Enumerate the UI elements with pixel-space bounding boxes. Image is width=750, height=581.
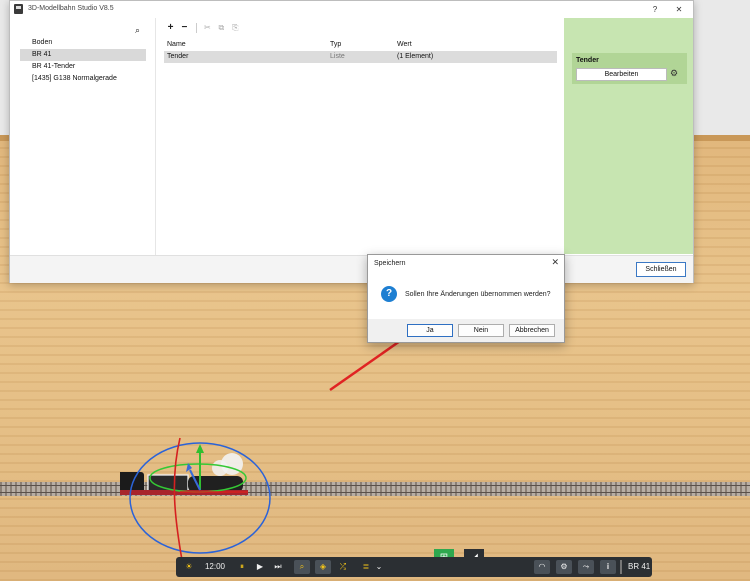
route-icon[interactable]: ⤳ [578, 560, 594, 574]
property-toolbar: + − ✂ ⧉ ⎘ [165, 22, 242, 34]
question-icon: ? [381, 286, 397, 302]
row-value: (1 Element) [397, 53, 434, 60]
properties-window: 3D-Modellbahn Studio V8.5 ? ✕ ⌕ Boden BR… [9, 0, 694, 283]
search-icon[interactable]: ⌕ [135, 25, 140, 36]
toolbar-divider [195, 23, 197, 34]
yes-button[interactable]: Ja [407, 324, 453, 337]
chevron-down-icon[interactable]: ⌄ [374, 560, 384, 574]
selected-object-label: BR 41 [628, 562, 651, 571]
add-icon[interactable]: + [165, 22, 176, 33]
layers-icon[interactable]: ◈ [315, 560, 331, 574]
property-grid: Name Typ Wert Tender Liste (1 Element) [164, 39, 557, 63]
edit-button[interactable]: Bearbeiten [576, 68, 667, 81]
grid-header: Name Typ Wert [164, 39, 557, 51]
pause-icon[interactable]: ⏸ [236, 560, 248, 574]
no-button[interactable]: Nein [458, 324, 504, 337]
tender-group: Tender Bearbeiten ⚙ [572, 53, 687, 84]
object-tree-panel: ⌕ Boden BR 41 BR 41-Tender [1435] G138 N… [10, 18, 156, 255]
detail-panel: Tender Bearbeiten ⚙ [564, 18, 693, 254]
sun-icon[interactable]: ☀ [182, 560, 196, 574]
locomotive-gizmo[interactable] [120, 420, 280, 560]
copy-icon[interactable]: ⧉ [216, 22, 227, 33]
dialog-button-bar: Ja Nein Abbrechen [368, 319, 564, 342]
app-icon [14, 4, 23, 14]
remove-icon[interactable]: − [179, 22, 190, 33]
tree-item-normalgerade[interactable]: [1435] G138 Normalgerade [20, 73, 146, 85]
column-header-value[interactable]: Wert [397, 39, 412, 51]
info-icon[interactable]: i [600, 560, 616, 574]
row-name: Tender [167, 53, 189, 60]
window-footer: Schließen [10, 255, 693, 283]
cut-icon[interactable]: ✂ [202, 22, 213, 33]
window-titlebar[interactable]: 3D-Modellbahn Studio V8.5 ? ✕ [10, 1, 693, 18]
shuffle-icon[interactable]: ⤮ [336, 560, 350, 574]
save-dialog: Speichern ✕ ? Sollen Ihre Änderungen übe… [367, 254, 565, 343]
dialog-message: Sollen Ihre Änderungen übernommen werden… [405, 291, 551, 298]
gear-icon[interactable]: ⚙ [670, 68, 678, 79]
column-header-name[interactable]: Name [167, 39, 186, 51]
tree-item-boden[interactable]: Boden [20, 37, 146, 49]
list-icon[interactable]: ≣ [360, 560, 372, 574]
play-icon[interactable]: ▶ [254, 560, 266, 574]
bottom-toolbar: ☀ 12:00 ⏸ ▶ ⏭ ⌕ ◈ ⤮ ≣ ⌄ ◠ ⚙ ⤳ i BR 41 [176, 557, 652, 577]
tree-item-br41[interactable]: BR 41 [20, 49, 146, 61]
column-header-type[interactable]: Typ [330, 39, 341, 51]
row-type: Liste [330, 53, 345, 60]
help-button[interactable]: ? [646, 3, 664, 16]
cancel-button[interactable]: Abbrechen [509, 324, 555, 337]
step-icon[interactable]: ⏭ [272, 560, 284, 574]
track-straight[interactable] [0, 482, 750, 496]
table-row[interactable]: Tender Liste (1 Element) [164, 51, 557, 63]
paste-icon[interactable]: ⎘ [230, 22, 241, 33]
object-tree: Boden BR 41 BR 41-Tender [1435] G138 Nor… [20, 37, 146, 85]
clock-time: 12:00 [204, 562, 226, 571]
window-close-button[interactable]: ✕ [670, 3, 688, 16]
dialog-title: Speichern [374, 260, 406, 267]
settings-icon[interactable]: ⚙ [556, 560, 572, 574]
tree-item-br41-tender[interactable]: BR 41-Tender [20, 61, 146, 73]
window-title: 3D-Modellbahn Studio V8.5 [28, 5, 114, 12]
speedometer-icon[interactable]: ◠ [534, 560, 550, 574]
search-icon[interactable]: ⌕ [294, 560, 310, 574]
tender-title: Tender [576, 57, 599, 64]
toolbar-divider [620, 560, 622, 574]
dialog-close-icon[interactable]: ✕ [551, 257, 559, 268]
close-button[interactable]: Schließen [636, 262, 686, 277]
